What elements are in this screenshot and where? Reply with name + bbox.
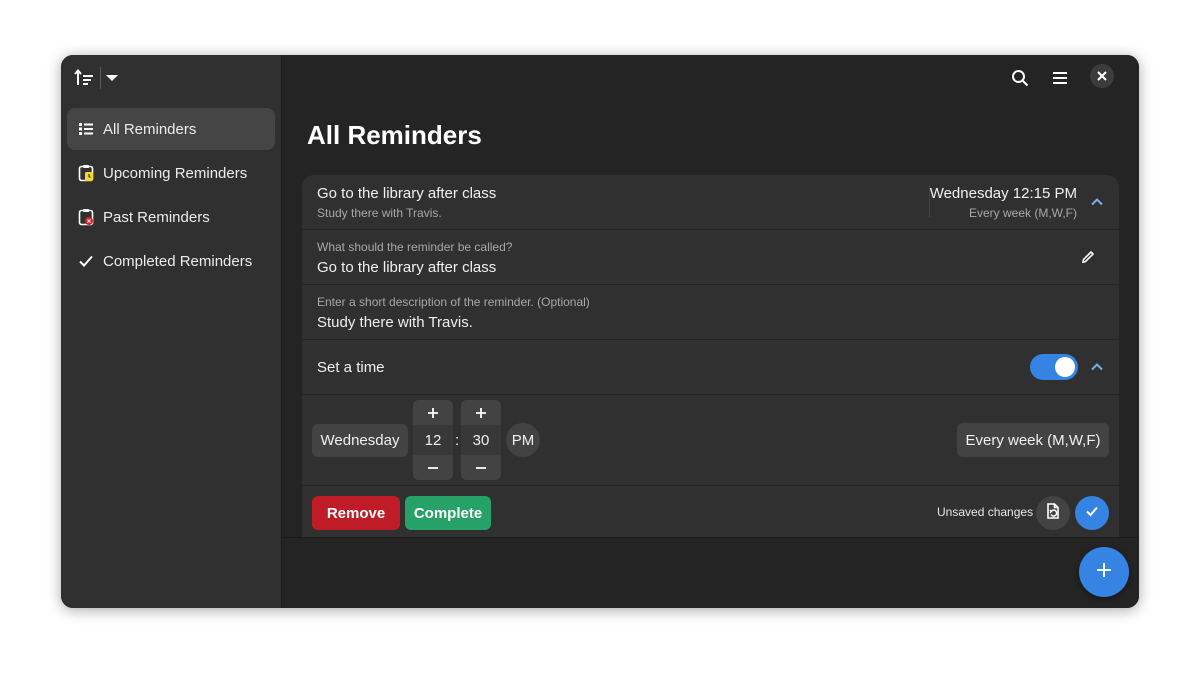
checkmark-icon bbox=[1085, 504, 1099, 523]
complete-button[interactable]: Complete bbox=[405, 496, 491, 530]
reminder-repeat: Every week (M,W,F) bbox=[968, 206, 1077, 220]
revert-icon bbox=[1044, 502, 1062, 525]
clipboard-clock-icon bbox=[78, 164, 94, 182]
hamburger-menu-icon[interactable] bbox=[1046, 64, 1074, 92]
repeat-selector[interactable]: Every week (M,W,F) bbox=[957, 423, 1109, 457]
sort-icon[interactable] bbox=[73, 67, 95, 89]
set-time-row: Set a time bbox=[302, 340, 1119, 395]
content-divider bbox=[282, 537, 1139, 538]
actions-row: Remove Complete Unsaved changes bbox=[302, 486, 1119, 537]
sidebar-item-upcoming-reminders[interactable]: Upcoming Reminders bbox=[67, 152, 275, 194]
title-field[interactable]: Go to the library after class bbox=[317, 259, 496, 276]
am-pm-toggle[interactable]: PM bbox=[506, 423, 540, 457]
set-time-toggle[interactable] bbox=[1030, 354, 1078, 380]
chevron-up-icon[interactable] bbox=[1089, 194, 1105, 210]
hour-value[interactable]: 12 bbox=[413, 425, 453, 455]
toggle-knob bbox=[1055, 357, 1075, 377]
hour-plus-button[interactable] bbox=[413, 400, 453, 425]
unsaved-status: Unsaved changes bbox=[937, 505, 1034, 519]
chevron-up-icon[interactable] bbox=[1089, 359, 1105, 375]
sidebar-header bbox=[61, 55, 281, 101]
sidebar-item-label: Completed Reminders bbox=[103, 252, 253, 270]
sidebar-item-all-reminders[interactable]: All Reminders bbox=[67, 108, 275, 150]
sidebar-list: All Reminders Upcoming Reminders Past Re… bbox=[67, 108, 275, 284]
minute-value[interactable]: 30 bbox=[461, 425, 501, 455]
hour-spinner: 12 bbox=[413, 400, 453, 480]
minute-spinner: 30 bbox=[461, 400, 501, 480]
sidebar-item-label: Upcoming Reminders bbox=[103, 164, 248, 182]
set-time-label: Set a time bbox=[317, 359, 385, 376]
header-bar bbox=[999, 55, 1139, 101]
pencil-icon[interactable] bbox=[1080, 249, 1096, 265]
revert-button[interactable] bbox=[1036, 496, 1070, 530]
sidebar-item-completed-reminders[interactable]: Completed Reminders bbox=[67, 240, 275, 282]
save-button[interactable] bbox=[1075, 496, 1109, 530]
app-window: All Reminders Upcoming Reminders Past Re… bbox=[61, 55, 1139, 608]
description-field-row[interactable]: Enter a short description of the reminde… bbox=[302, 285, 1119, 340]
description-field[interactable]: Study there with Travis. bbox=[317, 314, 473, 331]
reminder-title: Go to the library after class bbox=[317, 185, 497, 202]
list-icon bbox=[78, 120, 94, 138]
reminder-when: Wednesday 12:15 PM bbox=[929, 185, 1077, 202]
sidebar-item-label: All Reminders bbox=[103, 120, 197, 138]
add-reminder-button[interactable] bbox=[1079, 547, 1129, 597]
minute-minus-button[interactable] bbox=[461, 455, 501, 480]
sidebar-item-past-reminders[interactable]: Past Reminders bbox=[67, 196, 275, 238]
minute-plus-button[interactable] bbox=[461, 400, 501, 425]
reminder-summary-row[interactable]: Go to the library after class Study ther… bbox=[302, 175, 1119, 230]
main-content: All Reminders Go to the library after cl… bbox=[282, 55, 1139, 608]
sidebar: All Reminders Upcoming Reminders Past Re… bbox=[61, 55, 282, 608]
page-title: All Reminders bbox=[307, 120, 482, 150]
remove-button[interactable]: Remove bbox=[312, 496, 400, 530]
reminder-card: Go to the library after class Study ther… bbox=[302, 175, 1119, 537]
title-field-row[interactable]: What should the reminder be called? Go t… bbox=[302, 230, 1119, 285]
search-icon[interactable] bbox=[1006, 64, 1034, 92]
close-icon[interactable] bbox=[1090, 64, 1114, 88]
day-selector[interactable]: Wednesday bbox=[312, 424, 408, 457]
sidebar-item-label: Past Reminders bbox=[103, 208, 210, 226]
title-field-label: What should the reminder be called? bbox=[317, 240, 513, 254]
time-separator: : bbox=[455, 432, 460, 449]
chevron-down-icon[interactable] bbox=[105, 67, 119, 89]
description-field-label: Enter a short description of the reminde… bbox=[317, 295, 590, 309]
hour-minus-button[interactable] bbox=[413, 455, 453, 480]
check-icon bbox=[78, 252, 94, 270]
reminder-description: Study there with Travis. bbox=[317, 206, 442, 220]
plus-icon bbox=[1095, 561, 1113, 584]
clipboard-x-icon bbox=[78, 208, 94, 226]
time-picker-row: Wednesday 12 : 30 PM Every week (M,W,F) bbox=[302, 395, 1119, 486]
header-separator bbox=[100, 67, 101, 89]
